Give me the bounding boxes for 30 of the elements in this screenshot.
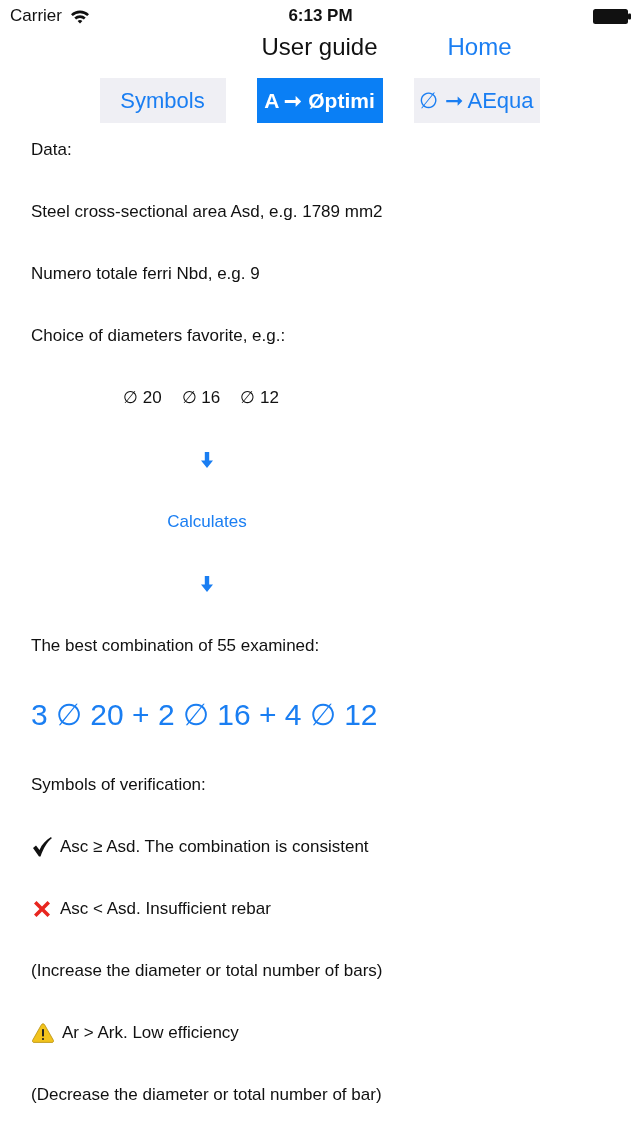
guide-text: Data: xyxy=(31,139,72,161)
segment-tab[interactable]: Symbols xyxy=(99,78,226,123)
guide-text: (Increase the diameter or total number of bars) xyxy=(31,960,383,982)
nav-title: User guide xyxy=(261,33,378,61)
guide-text: Steel cross-sectional area Asd, e.g. 1789 mm2 xyxy=(31,201,383,223)
warning-icon xyxy=(32,1023,54,1043)
guide-text: Symbols of verification: xyxy=(31,774,206,796)
segment-tab[interactable]: A ➞ Øptimi xyxy=(256,78,383,123)
arrow-down-icon xyxy=(201,576,213,592)
calculates-label: Calculates xyxy=(167,511,247,533)
diameter-label: ∅ 20 xyxy=(123,387,162,409)
guide-text: Choice of diameters favorite, e.g.: xyxy=(31,325,286,347)
diameter-label: ∅ 16 xyxy=(181,387,221,409)
combination-formula: 3 ∅ 20 + 2 ∅ 16 + 4 ∅ 12 xyxy=(31,697,378,733)
status-time: 6:13 PM xyxy=(288,6,353,26)
legend-text: Ar > Ark. Low efficiency xyxy=(62,1022,239,1044)
legend-text: Asc < Asd. Insufficient rebar xyxy=(60,898,271,920)
wifi-icon xyxy=(69,8,90,24)
home-button[interactable]: Home xyxy=(447,33,512,61)
carrier-name: Carrier xyxy=(10,6,62,26)
segment-tab[interactable]: ∅ ➞ AEqua xyxy=(413,78,540,123)
diameter-label: ∅ 12 xyxy=(240,387,279,409)
battery-icon xyxy=(593,8,631,24)
guide-text: (Decrease the diameter or total number of bar) xyxy=(31,1084,382,1106)
cross-icon xyxy=(32,899,52,919)
legend-text: Asc ≥ Asd. The combination is consistent xyxy=(60,836,369,858)
guide-text: Numero totale ferri Nbd, e.g. 9 xyxy=(31,263,260,285)
checkmark-icon xyxy=(32,837,52,857)
guide-text: The best combination of 55 examined: xyxy=(31,635,320,657)
arrow-down-icon xyxy=(201,452,213,468)
